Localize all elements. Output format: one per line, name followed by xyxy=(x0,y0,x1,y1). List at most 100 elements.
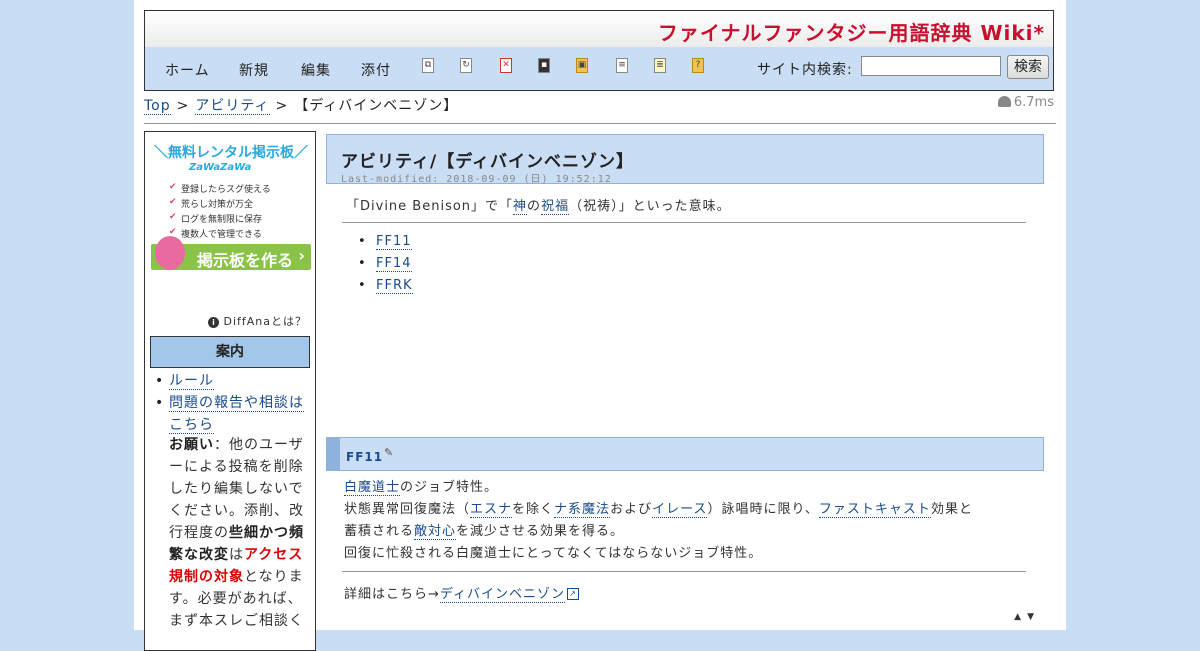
breadcrumb-parent[interactable]: アビリティ xyxy=(195,98,270,115)
link-fast-cast[interactable]: ファストキャスト xyxy=(818,502,931,518)
sidebar: ＼無料レンタル掲示板／ ZaWaZaWa ✔ 登録したらスグ使える ✔ 荒らし対… xyxy=(144,131,316,651)
ad-logo: ZaWaZaWa xyxy=(189,162,252,173)
check-icon: ✔ xyxy=(169,182,177,192)
main-content: アビリティ/【ディバインベニゾン】 Last-modified: 2018-09… xyxy=(324,131,1048,631)
pencil-edit-icon[interactable]: ✎ xyxy=(384,446,393,459)
toc-link-ffrk[interactable]: FFRK xyxy=(376,278,413,294)
menu-list: ルール 問題の報告や相談はこちら xyxy=(153,370,309,436)
body-text-part: のジョブ特性。 xyxy=(400,480,499,495)
render-time: 6.7ms xyxy=(997,95,1054,110)
breadcrumb-current: 【ディバインベニゾン】 xyxy=(294,98,459,114)
body-line: 状態異常回復魔法（エスナを除くナ系魔法およびイレース）詠唱時に限り、ファストキャ… xyxy=(344,499,1044,521)
copy-page-icon[interactable]: ⧉ xyxy=(422,58,434,73)
link-enmity[interactable]: 敵対心 xyxy=(414,524,457,540)
divider xyxy=(342,222,1026,223)
save-icon[interactable]: ▪ xyxy=(538,58,550,73)
list-icon[interactable]: ≡ xyxy=(616,58,628,73)
table-of-contents: FF11 FF14 FFRK xyxy=(358,231,413,297)
menu-heading: 案内 xyxy=(150,336,310,368)
detail-prefix: 詳細はこちら→ xyxy=(344,587,440,602)
menu-link-report[interactable]: 問題の報告や相談はこちら xyxy=(169,395,304,434)
breadcrumb-separator: > xyxy=(275,98,289,114)
site-title[interactable]: ファイナルファンタジー用語辞典 Wiki* xyxy=(658,17,1045,46)
chevron-right-icon: › xyxy=(298,246,305,265)
help-icon[interactable]: ? xyxy=(692,58,704,73)
delete-icon[interactable]: ✕ xyxy=(500,58,512,73)
ad-title: ＼無料レンタル掲示板／ xyxy=(154,145,308,161)
rename-icon[interactable]: ↻ xyxy=(460,58,472,73)
nav-attach[interactable]: 添付 xyxy=(361,60,391,80)
ad-feature: ログを無制限に保存 xyxy=(181,215,263,225)
body-text-part: ）詠唱時に限り、 xyxy=(707,502,819,517)
list-item: FF14 xyxy=(358,253,413,275)
link-shukufuku[interactable]: 祝福 xyxy=(541,199,570,215)
nav-bar: ホーム 新規 編集 添付 ⧉ ↻ ✕ ▪ ▣ ≡ ≣ ? サイト内検索: 検索 xyxy=(144,47,1054,91)
site-header: ファイナルファンタジー用語辞典 Wiki* xyxy=(144,10,1054,48)
breadcrumb-separator: > xyxy=(176,98,190,114)
link-esuna[interactable]: エスナ xyxy=(470,502,513,518)
list-item: ルール xyxy=(153,370,309,392)
body-text-part: を除く xyxy=(512,502,555,517)
page-header: アビリティ/【ディバインベニゾン】 Last-modified: 2018-09… xyxy=(326,134,1044,185)
search-label: サイト内検索: xyxy=(757,62,853,78)
diffana-label: DiffAnaとは？ xyxy=(223,315,307,328)
ad-feature: 複数人で管理できる xyxy=(181,230,262,240)
nav-home[interactable]: ホーム xyxy=(165,60,210,80)
toc-link-ff14[interactable]: FF14 xyxy=(376,256,412,272)
section-title[interactable]: FF11 xyxy=(346,450,383,464)
section-body: 白魔道士のジョブ特性。 状態異常回復魔法（エスナを除くナ系魔法およびイレース）詠… xyxy=(344,477,1044,565)
menu-link-rules[interactable]: ルール xyxy=(169,373,214,390)
breadcrumb: Top > アビリティ > 【ディバインベニゾン】 xyxy=(144,95,458,115)
link-white-mage[interactable]: 白魔道士 xyxy=(344,480,401,496)
diffana-link[interactable]: i DiffAnaとは？ xyxy=(208,313,307,329)
body-line: 回復に忙殺される白魔道士にとってなくてはならないジョブ特性。 xyxy=(344,546,763,561)
detail-link[interactable]: ディバインベニゾン xyxy=(439,587,565,603)
body-text-part: 状態異常回復魔法（ xyxy=(344,502,471,517)
detail-link-line: 詳細はこちら→ディバインベニゾン ↗ xyxy=(344,583,579,603)
sidebar-notice: お願い：他のユーザーによる投稿を削除したり編集しないでください。添削、改行程度の… xyxy=(169,434,311,632)
scroll-up-down-icons[interactable]: ▲▼ xyxy=(1014,612,1040,622)
page-container: ファイナルファンタジー用語辞典 Wiki* ホーム 新規 編集 添付 ⧉ ↻ ✕… xyxy=(134,0,1066,651)
body-text-part: を減少させる効果を得る。 xyxy=(456,524,625,539)
intro-text-part: （祝祷）」といった意味。 xyxy=(569,199,731,214)
list-item: 問題の報告や相談はこちら xyxy=(153,392,309,436)
intro-text-part: の xyxy=(527,199,542,214)
link-kami[interactable]: 神 xyxy=(513,199,528,215)
ad-feature: 登録したらスグ使える xyxy=(181,185,271,195)
mascot-icon xyxy=(155,236,185,270)
link-na-magic[interactable]: ナ系魔法 xyxy=(554,502,611,518)
check-icon: ✔ xyxy=(169,197,177,207)
lock-icon[interactable]: ▣ xyxy=(576,58,588,73)
render-time-value: 6.7ms xyxy=(1013,95,1054,110)
intro-text-part: 「Divine Benison」で「 xyxy=(346,199,514,214)
toc-link-ff11[interactable]: FF11 xyxy=(376,234,412,250)
recent-icon[interactable]: ≣ xyxy=(654,58,666,73)
notice-lead: お願い xyxy=(169,437,214,453)
list-item: FF11 xyxy=(358,231,413,253)
gauge-icon xyxy=(997,96,1011,107)
list-item: FFRK xyxy=(358,275,413,297)
nav-edit[interactable]: 編集 xyxy=(301,60,331,80)
intro-text: 「Divine Benison」で「神の祝福（祝祷）」といった意味。 xyxy=(346,195,731,215)
link-erase[interactable]: イレース xyxy=(652,502,708,518)
check-icon: ✔ xyxy=(169,212,177,222)
nav-new[interactable]: 新規 xyxy=(239,60,269,80)
search-input[interactable] xyxy=(861,56,1001,76)
notice-text: は xyxy=(229,547,244,563)
breadcrumb-top[interactable]: Top xyxy=(144,98,171,115)
ad-feature: 荒らし対策が万全 xyxy=(181,200,254,210)
external-link-icon: ↗ xyxy=(567,588,579,600)
search-button[interactable]: 検索 xyxy=(1007,55,1049,79)
body-text-part: 蓄積される xyxy=(344,524,415,539)
divider xyxy=(342,571,1026,572)
ad-button-label: 掲示板を作る xyxy=(197,251,294,270)
body-text-part: 効果と xyxy=(930,502,973,517)
info-icon: i xyxy=(208,317,220,328)
section-heading-ff11: FF11 ✎ xyxy=(326,437,1044,471)
last-modified: Last-modified: 2018-09-09 (日) 19:52:12 xyxy=(341,174,612,185)
body-text-part: および xyxy=(610,502,653,517)
ad-banner[interactable]: ＼無料レンタル掲示板／ ZaWaZaWa ✔ 登録したらスグ使える ✔ 荒らし対… xyxy=(151,140,311,280)
body-line: 白魔道士のジョブ特性。 xyxy=(344,477,1044,499)
page-title: アビリティ/【ディバインベニゾン】 xyxy=(341,152,634,172)
divider xyxy=(144,123,1056,124)
